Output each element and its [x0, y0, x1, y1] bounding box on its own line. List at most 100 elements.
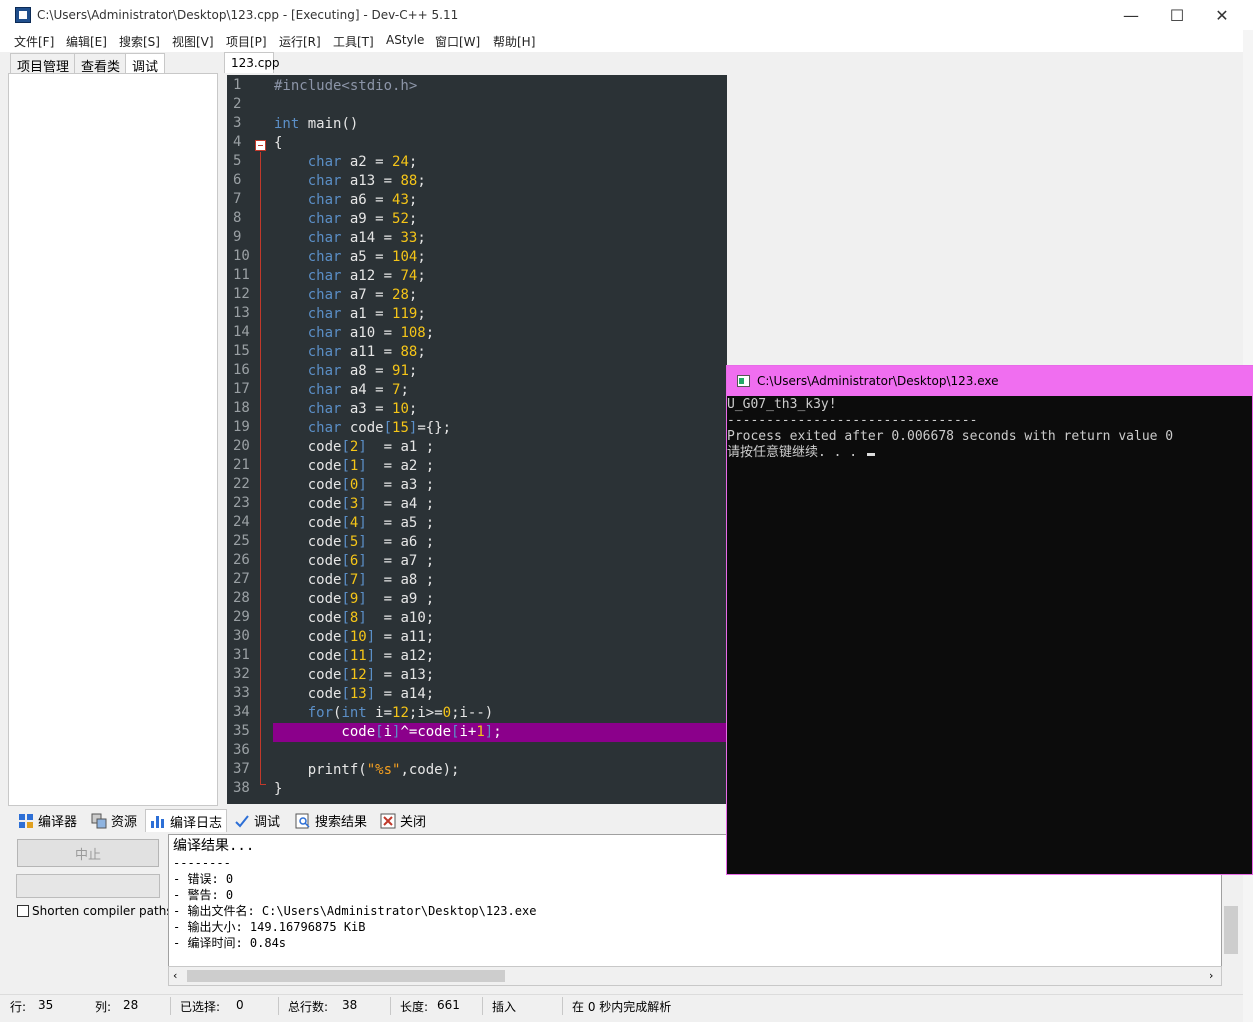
scrollbar-thumb[interactable] [1224, 906, 1238, 954]
selected-value: 0 [236, 998, 244, 1012]
left-panel [8, 73, 218, 806]
code-line[interactable]: code[13] = a14; [274, 685, 434, 704]
code-line[interactable]: printf("%s",code); [274, 761, 460, 780]
close-panel-icon [380, 813, 396, 829]
code-line[interactable]: char a6 = 43; [274, 191, 418, 210]
scroll-left-icon[interactable]: ‹ [173, 969, 177, 982]
console-window[interactable]: C:\Users\Administrator\Desktop\123.exe U… [726, 365, 1253, 875]
code-line[interactable]: code[1] = a2 ; [274, 457, 434, 476]
stop-button[interactable]: 中止 [17, 839, 159, 867]
code-line[interactable]: } [274, 780, 282, 799]
row-value: 35 [38, 998, 54, 1012]
code-line[interactable]: char a11 = 88; [274, 343, 426, 362]
console-line: Process exited after 0.006678 seconds wi… [727, 429, 1174, 444]
tab-resources[interactable]: 资源 [87, 809, 141, 832]
tab-project-manager[interactable]: 项目管理 [10, 53, 77, 75]
code-line[interactable]: char code[15]={}; [274, 419, 451, 438]
tab-compiler[interactable]: 编译器 [14, 809, 81, 832]
log-horizontal-scrollbar[interactable]: ‹ › [168, 966, 1222, 986]
menu-window[interactable]: 窗口[W] [435, 33, 480, 50]
tab-debug[interactable]: 调试 [125, 53, 166, 75]
tab-compile-log-label: 编译日志 [170, 815, 223, 831]
code-line[interactable]: char a12 = 74; [274, 267, 426, 286]
menu-edit[interactable]: 编辑[E] [66, 33, 107, 50]
line-number: 26 [233, 552, 250, 568]
length-value: 661 [437, 998, 460, 1012]
tab-close-panel[interactable]: 关闭 [376, 809, 430, 832]
maximize-button[interactable]: ☐ [1154, 0, 1200, 30]
code-line[interactable]: code[5] = a6 ; [274, 533, 434, 552]
console-line: -------------------------------- [727, 413, 978, 428]
line-number: 1 [233, 77, 242, 93]
console-output[interactable]: U_G07_th3_k3y! -------------------------… [727, 396, 1253, 876]
code-line[interactable]: char a9 = 52; [274, 210, 418, 229]
line-number: 24 [233, 514, 250, 530]
compile-progress-bar [16, 874, 160, 898]
code-line[interactable]: code[7] = a8 ; [274, 571, 434, 590]
code-line[interactable]: code[6] = a7 ; [274, 552, 434, 571]
code-line[interactable]: code[0] = a3 ; [274, 476, 434, 495]
line-number: 18 [233, 400, 250, 416]
code-line[interactable]: char a10 = 108; [274, 324, 434, 343]
code-line[interactable]: code[8] = a10; [274, 609, 434, 628]
menu-astyle[interactable]: AStyle [386, 33, 424, 47]
menu-search[interactable]: 搜索[S] [119, 33, 160, 50]
tab-search-results[interactable]: 搜索结果 [291, 809, 371, 832]
code-editor[interactable]: 1 2 3 4 5 6 7 8 9 10 11 12 13 14 15 16 17 18 19 20 21 22 23 24 2… [227, 75, 727, 804]
line-number: 16 [233, 362, 250, 378]
code-line[interactable]: char a13 = 88; [274, 172, 426, 191]
line-number: 30 [233, 628, 250, 644]
tab-class-browser[interactable]: 查看类 [74, 53, 128, 75]
line-number: 11 [233, 267, 250, 283]
menu-project[interactable]: 项目[P] [226, 33, 267, 50]
status-separator [482, 997, 483, 1015]
code-line[interactable]: { [274, 134, 282, 153]
menu-view[interactable]: 视图[V] [172, 33, 214, 50]
shorten-paths-checkbox[interactable] [17, 905, 29, 917]
fold-collapse-icon[interactable] [255, 140, 266, 151]
code-line[interactable]: char a14 = 33; [274, 229, 426, 248]
tab-compile-log[interactable]: 编译日志 [145, 809, 228, 832]
code-line[interactable]: #include<stdio.h> [274, 77, 417, 96]
line-number: 3 [233, 115, 242, 131]
scrollbar-thumb[interactable] [187, 970, 505, 982]
code-line[interactable]: code[11] = a12; [274, 647, 434, 666]
close-button[interactable]: ✕ [1199, 0, 1245, 30]
code-line[interactable]: code[2] = a1 ; [274, 438, 434, 457]
menu-file[interactable]: 文件[F] [14, 33, 54, 50]
code-line[interactable]: char a3 = 10; [274, 400, 418, 419]
code-line[interactable]: char a4 = 7; [274, 381, 409, 400]
console-title-bar[interactable]: C:\Users\Administrator\Desktop\123.exe [727, 366, 1253, 396]
line-number-gutter: 1 2 3 4 5 6 7 8 9 10 11 12 13 14 15 16 17 18 19 20 21 22 23 24 2… [227, 75, 272, 804]
code-line[interactable]: code[12] = a13; [274, 666, 434, 685]
code-line[interactable]: code[4] = a5 ; [274, 514, 434, 533]
line-number: 15 [233, 343, 250, 359]
insert-mode: 插入 [492, 1000, 517, 1014]
editor-file-tab[interactable]: 123.cpp [224, 52, 280, 73]
line-number: 36 [233, 742, 250, 758]
tab-debug-bottom[interactable]: 调试 [230, 809, 284, 832]
tab-debug-bottom-label: 调试 [254, 815, 281, 830]
code-line[interactable]: code[9] = a9 ; [274, 590, 434, 609]
code-line[interactable]: char a1 = 119; [274, 305, 426, 324]
code-line[interactable]: int main() [274, 115, 358, 134]
code-line[interactable]: code[3] = a4 ; [274, 495, 434, 514]
minimize-button[interactable]: — [1108, 0, 1154, 30]
code-line[interactable]: char a7 = 28; [274, 286, 418, 305]
line-number: 13 [233, 305, 250, 321]
code-line[interactable]: char a2 = 24; [274, 153, 418, 172]
code-line[interactable]: code[i]^=code[i+1]; [274, 723, 501, 742]
menu-help[interactable]: 帮助[H] [493, 33, 535, 50]
fold-guide-end [260, 784, 266, 785]
code-line[interactable]: char a8 = 91; [274, 362, 418, 381]
fold-guide [260, 152, 261, 785]
code-line[interactable]: for(int i=12;i>=0;i--) [274, 704, 494, 723]
line-number: 35 [233, 723, 250, 739]
scroll-right-icon[interactable]: › [1209, 969, 1213, 982]
code-line[interactable]: char a5 = 104; [274, 248, 426, 267]
length-label: 长度: [400, 1000, 429, 1014]
line-number: 23 [233, 495, 250, 511]
menu-tools[interactable]: 工具[T] [333, 33, 374, 50]
code-line[interactable]: code[10] = a11; [274, 628, 434, 647]
menu-run[interactable]: 运行[R] [279, 33, 321, 50]
